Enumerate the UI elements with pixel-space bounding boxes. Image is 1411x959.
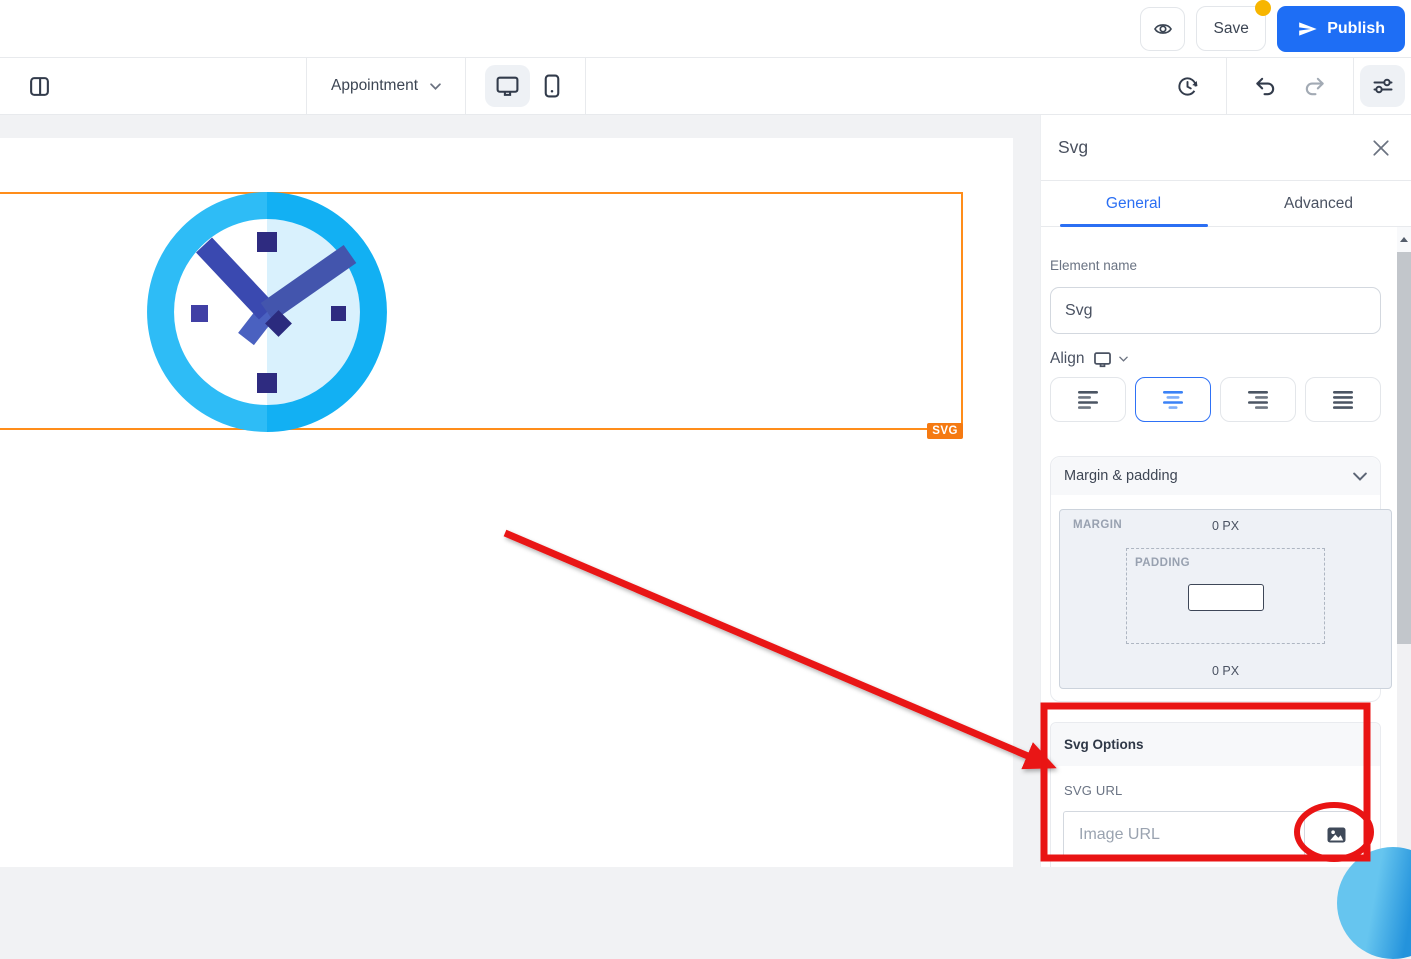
selection-tag: SVG: [927, 423, 963, 439]
mobile-icon: [544, 74, 560, 98]
svg-options-header: Svg Options: [1051, 723, 1380, 766]
margin-padding-section: Margin & padding MARGIN 0 PX PADDING: [1050, 456, 1381, 702]
margin-padding-title: Margin & padding: [1064, 468, 1178, 484]
publish-button[interactable]: Publish: [1277, 6, 1405, 52]
element-settings-button[interactable]: [1360, 65, 1405, 107]
page-selector-label: Appointment: [331, 77, 418, 95]
toolbar-spacer: [586, 58, 1149, 114]
svg-options-section: Svg Options SVG URL: [1050, 722, 1381, 867]
topbar: Save Publish: [0, 0, 1411, 58]
margin-bottom-value[interactable]: 0 PX: [1060, 664, 1391, 678]
align-justify-button[interactable]: [1305, 377, 1381, 422]
scrollbar-thumb[interactable]: [1397, 252, 1411, 644]
editor-toolbar: Appointment: [0, 58, 1411, 115]
toolbar-left-section: [0, 58, 307, 114]
close-icon: [1372, 139, 1390, 157]
media-library-button[interactable]: [1304, 812, 1367, 858]
tab-advanced[interactable]: Advanced: [1226, 181, 1411, 226]
margin-top-value[interactable]: 0 PX: [1060, 519, 1391, 533]
save-button-wrap: Save: [1196, 6, 1266, 51]
eye-icon: [1152, 19, 1174, 39]
undo-redo-section: [1227, 58, 1354, 114]
sliders-icon: [1371, 74, 1395, 98]
box-model-editor: MARGIN 0 PX PADDING 0 PX: [1051, 495, 1380, 701]
image-icon: [1325, 824, 1348, 846]
desktop-view-button[interactable]: [485, 65, 530, 107]
redo-icon: [1303, 75, 1326, 97]
margin-padding-header[interactable]: Margin & padding: [1051, 457, 1380, 495]
history-section: [1149, 58, 1227, 114]
svg-url-input-group: [1063, 811, 1368, 859]
element-name-label: Element name: [1050, 258, 1381, 273]
page-selector[interactable]: Appointment: [331, 77, 441, 95]
panel-header: Svg: [1041, 115, 1411, 181]
align-center-button[interactable]: [1135, 377, 1211, 422]
panel-title: Svg: [1058, 137, 1088, 158]
padding-label: PADDING: [1135, 557, 1190, 569]
align-buttons: [1050, 377, 1381, 422]
sidebar-toggle-button[interactable]: [22, 69, 57, 104]
align-label: Align: [1050, 350, 1084, 368]
svg-options-title: Svg Options: [1064, 737, 1144, 752]
monitor-small-icon: [1093, 351, 1112, 368]
settings-section: [1354, 58, 1411, 114]
send-icon: [1297, 19, 1318, 39]
canvas[interactable]: SVG: [0, 138, 1013, 867]
settings-panel: Svg General Advanced Element name Align: [1040, 115, 1411, 867]
selected-svg-element[interactable]: SVG: [0, 192, 963, 430]
desktop-icon: [495, 75, 520, 97]
panel-body: Element name Align: [1041, 228, 1397, 867]
align-device-selector[interactable]: [1093, 351, 1128, 368]
panel-scrollbar[interactable]: [1397, 227, 1411, 867]
unsaved-changes-dot: [1255, 0, 1271, 16]
redo-button[interactable]: [1297, 69, 1332, 103]
content-box[interactable]: [1188, 584, 1264, 611]
version-history-button[interactable]: [1170, 69, 1205, 104]
align-left-button[interactable]: [1050, 377, 1126, 422]
align-right-button[interactable]: [1220, 377, 1296, 422]
chevron-down-icon: [430, 83, 441, 90]
undo-button[interactable]: [1248, 69, 1283, 103]
history-clock-icon: [1176, 75, 1199, 98]
device-toggle-section: [466, 58, 586, 114]
publish-label: Publish: [1327, 20, 1385, 38]
close-panel-button[interactable]: [1370, 137, 1392, 159]
mobile-view-button[interactable]: [538, 68, 566, 104]
undo-icon: [1254, 75, 1277, 97]
chevron-down-icon: [1119, 356, 1128, 362]
scroll-up-button[interactable]: [1397, 227, 1411, 252]
svg-url-label: SVG URL: [1064, 783, 1380, 798]
align-right-icon: [1246, 390, 1270, 409]
columns-icon: [28, 75, 51, 98]
clock-illustration: [147, 192, 387, 432]
tab-general[interactable]: General: [1041, 181, 1226, 226]
align-left-icon: [1076, 390, 1100, 409]
align-center-icon: [1161, 390, 1185, 409]
main-area: SVG Svg General Advanced Element name Al…: [0, 115, 1411, 867]
margin-box[interactable]: MARGIN 0 PX PADDING 0 PX: [1059, 509, 1392, 689]
triangle-up-icon: [1400, 237, 1408, 242]
page-selector-section: Appointment: [307, 58, 466, 114]
align-justify-icon: [1331, 390, 1355, 409]
panel-tabs: General Advanced: [1041, 181, 1411, 227]
chevron-down-icon: [1353, 472, 1367, 481]
svg-url-input[interactable]: [1064, 812, 1304, 858]
align-row: Align: [1050, 350, 1381, 368]
element-name-input[interactable]: [1050, 287, 1381, 334]
preview-button[interactable]: [1140, 7, 1185, 51]
